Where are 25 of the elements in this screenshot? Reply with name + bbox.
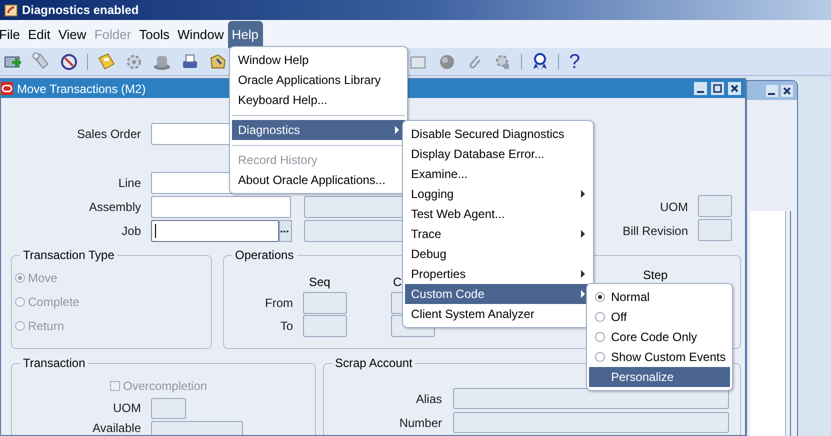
field-label: Number <box>399 416 442 430</box>
radio-label: Return <box>28 319 64 333</box>
field-label: Bill Revision <box>622 224 688 238</box>
field-label: UOM <box>660 200 688 214</box>
field-label: Line <box>118 176 141 190</box>
group-title: Transaction <box>20 356 88 370</box>
group-title: Transaction Type <box>20 248 118 262</box>
field-label: To <box>280 319 293 333</box>
checkbox-label: Overcompletion <box>123 379 208 393</box>
window-title: Diagnostics enabled <box>22 2 139 19</box>
field-label: Job <box>122 224 141 238</box>
field-label: Alias <box>416 392 442 406</box>
radio-label: Complete <box>28 295 80 309</box>
form-title: Move Transactions (M2) <box>17 80 146 98</box>
field-label: Sales Order <box>76 127 141 141</box>
field-label: Assembly <box>88 200 141 214</box>
group-title: Operations <box>232 248 297 262</box>
field-label: Available <box>92 421 141 435</box>
column-header: Step <box>643 269 668 282</box>
column-header: C <box>393 275 402 289</box>
group-title: Scrap Account <box>332 356 416 370</box>
radio-label: Move <box>28 271 58 285</box>
field-label: UOM <box>113 401 141 415</box>
column-header: Seq <box>309 275 330 289</box>
field-label: From <box>265 296 293 310</box>
